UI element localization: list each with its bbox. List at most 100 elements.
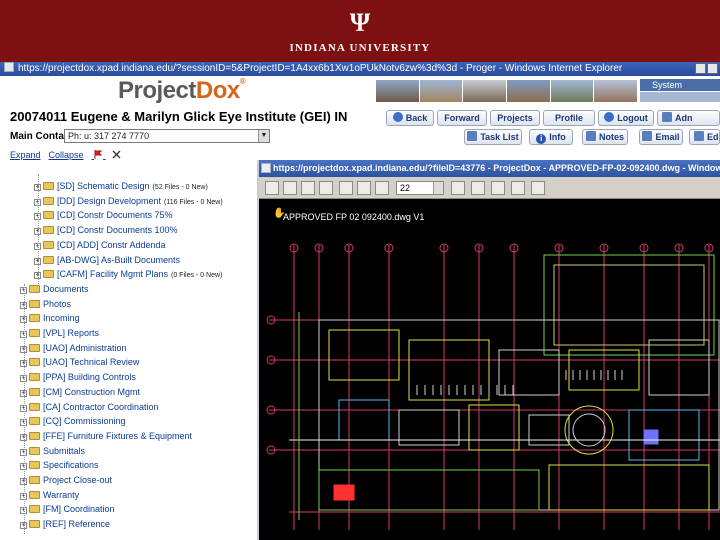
iu-banner: Ψ INDIANA UNIVERSITY — [0, 0, 720, 62]
compare-icon[interactable] — [511, 181, 525, 195]
edit-button[interactable]: Ed — [689, 129, 720, 145]
admin-button[interactable]: Adn — [657, 110, 720, 126]
folder-label: Project Close-out — [43, 475, 113, 485]
filter-icon[interactable] — [112, 150, 121, 159]
tree-folder-item[interactable]: + [CM] Construction Mgmt — [20, 386, 140, 399]
forward-button[interactable]: Forward — [437, 110, 487, 126]
browser-title: https://projectdox.xpad.indiana.edu/?ses… — [18, 63, 623, 74]
tree-folder-item[interactable]: + [CD] ADD] Constr Addenda — [34, 239, 166, 252]
folder-label: Incoming — [43, 313, 80, 324]
folder-icon — [29, 387, 40, 396]
notes-button[interactable]: Notes — [582, 129, 628, 145]
notes-icon — [585, 131, 596, 141]
zoom-out-icon[interactable] — [301, 181, 315, 195]
user-label: System Administrat — [640, 79, 720, 102]
zoom-window-icon[interactable] — [319, 181, 333, 195]
pan-icon[interactable] — [339, 181, 353, 195]
tree-folder-item[interactable]: + [AB-DWG] As-Built Documents — [34, 254, 180, 267]
info-button[interactable]: i Info — [529, 129, 573, 145]
tree-folder-item[interactable]: + Submittals — [20, 445, 85, 458]
tree-folder-item[interactable]: + [DD] Design Development (116 Files - 0 N… — [34, 195, 223, 208]
drawing-viewer-window: https://projectdox.xpad.indiana.edu/?fil… — [257, 160, 720, 540]
minimize-icon[interactable] — [695, 63, 706, 74]
tree-folder-item[interactable]: + [PPA] Building Controls — [20, 371, 136, 384]
folder-icon — [29, 461, 40, 470]
folder-icon — [43, 196, 54, 205]
tree-folder-item[interactable]: + Warranty — [20, 489, 79, 502]
tree-folder-item[interactable]: + Specifications — [20, 459, 99, 472]
folder-label: [CD] Constr Documents 100% — [57, 225, 178, 236]
email-button[interactable]: Email — [639, 129, 683, 145]
print-icon[interactable] — [265, 181, 279, 195]
tree-folder-item[interactable]: + [UAO] Technical Review — [20, 356, 139, 369]
folder-label: [VPL] Reports — [43, 328, 100, 338]
tree-folder-item[interactable]: + [FM] Coordination — [20, 503, 115, 516]
cad-column-marker — [572, 413, 606, 447]
main-contact-select[interactable]: Ph: u: 317 274 7770 ▼ — [64, 129, 270, 143]
email-icon — [642, 131, 653, 141]
task-list-button[interactable]: Task List — [464, 129, 522, 145]
folder-label: [CAFM] Facility Mgmt Plans — [57, 269, 169, 280]
folder-icon — [43, 211, 54, 220]
collapse-link[interactable]: Collapse — [49, 150, 84, 160]
folder-label: Warranty — [43, 489, 80, 500]
folder-icon — [29, 476, 40, 484]
tree-folder-item[interactable]: + [CD] Constr Documents 75% — [34, 209, 173, 222]
cad-room — [628, 409, 700, 461]
tree-folder-item[interactable]: + Incoming — [20, 312, 80, 325]
tree-folder-item[interactable]: + [FFE] Furniture Fixtures & Equipment — [20, 430, 192, 443]
folder-file-count: (52 Files - 0 New) — [152, 184, 208, 191]
zoom-in-icon[interactable] — [283, 181, 297, 195]
cad-column-marker — [564, 405, 614, 455]
folder-label: [CD] Constr Documents 75% — [57, 210, 173, 221]
tree-folder-item[interactable]: + [CQ] Commissioning — [20, 415, 126, 428]
tree-folder-item[interactable]: + [CD] Constr Documents 100% — [34, 224, 178, 237]
tree-folder-item[interactable]: + [CA] Contractor Coordination — [20, 401, 159, 414]
cad-floor-plan[interactable] — [259, 200, 720, 540]
zoom-select[interactable]: 22 — [396, 181, 444, 195]
browser-title-bar: https://projectdox.xpad.indiana.edu/?ses… — [0, 62, 720, 76]
folder-label: [REF] Reference — [43, 519, 111, 530]
cad-room — [333, 484, 355, 501]
tree-folder-item[interactable]: + [SD] Schematic Design (52 Files - 0 New) — [34, 180, 208, 193]
folder-icon — [29, 299, 40, 308]
fit-icon[interactable] — [357, 181, 371, 195]
maximize-icon[interactable] — [707, 63, 718, 74]
text-icon[interactable] — [531, 181, 545, 195]
projects-button[interactable]: Projects — [490, 110, 540, 126]
folder-label: [PPA] Building Controls — [43, 372, 136, 383]
cad-room — [548, 464, 710, 511]
folder-label: Specifications — [43, 460, 99, 471]
drawing-filename: APPROVED FP 02 092400.dwg V1 — [283, 212, 425, 222]
tree-folder-item[interactable]: + Documents — [20, 283, 89, 296]
admin-icon — [662, 112, 672, 122]
measure-icon[interactable] — [471, 181, 485, 195]
layers-icon[interactable] — [375, 181, 389, 195]
profile-button[interactable]: Profile — [543, 110, 595, 126]
logout-button[interactable]: Logout — [598, 110, 654, 126]
cad-room — [643, 429, 659, 445]
folder-label: [FM] Coordination — [43, 504, 115, 515]
red-flag-icon[interactable] — [94, 150, 103, 159]
tree-folder-item[interactable]: + [CAFM] Facility Mgmt Plans (0 Files - 0 … — [34, 268, 222, 281]
folder-icon — [29, 329, 40, 337]
folder-file-count: (116 Files - 0 New) — [164, 198, 223, 206]
folder-icon — [29, 402, 40, 411]
rotate-icon[interactable] — [451, 181, 465, 195]
folder-icon — [29, 520, 40, 529]
viewer-title: https://projectdox.xpad.indiana.edu/?fil… — [273, 163, 720, 173]
tree-folder-item[interactable]: + Photos — [20, 298, 71, 311]
tree-folder-item[interactable]: + Project Close-out — [20, 474, 112, 487]
tree-folder-item[interactable]: + [REF] Reference — [20, 518, 110, 531]
back-button[interactable]: Back — [386, 110, 434, 126]
tree-folder-item[interactable]: + [VPL] Reports — [20, 327, 99, 340]
tree-folder-item[interactable]: + [UAO] Administration — [20, 342, 127, 355]
task-list-icon — [467, 131, 478, 141]
folder-icon — [43, 270, 54, 279]
folder-icon — [29, 417, 40, 426]
cad-room — [468, 404, 520, 451]
tree-controls: Expand Collapse — [10, 150, 121, 160]
expand-link[interactable]: Expand — [10, 150, 41, 160]
markup-icon[interactable] — [491, 181, 505, 195]
folder-icon — [29, 358, 40, 367]
